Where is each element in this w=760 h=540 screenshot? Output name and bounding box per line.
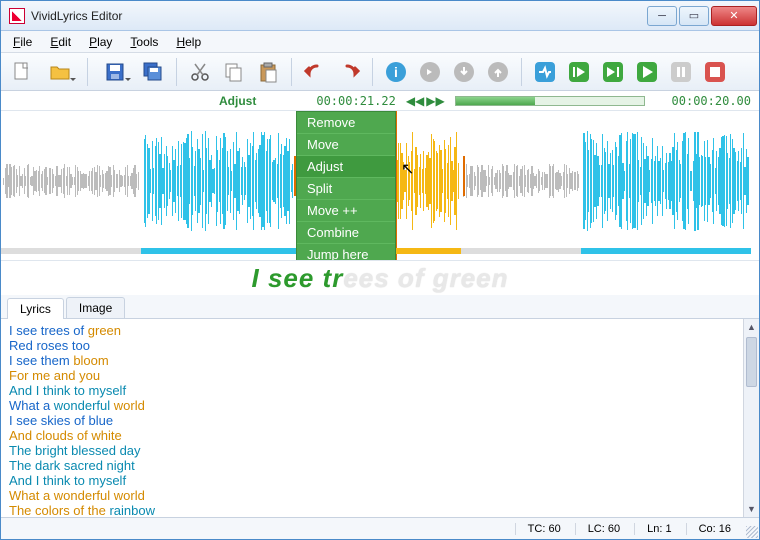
lyric-line[interactable]: And I think to myself [9,473,751,488]
resize-grip[interactable] [746,526,758,538]
preview-unsung: ees of green [343,263,508,293]
lyrics-editor[interactable]: I see trees of greenRed roses tooI see t… [1,319,759,517]
new-file-button[interactable] [7,57,37,87]
status-co: Co: 16 [686,523,743,535]
paste-button[interactable] [253,57,283,87]
menu-help[interactable]: Help [168,33,209,51]
lyric-line[interactable]: And clouds of white [9,428,751,443]
toolbar-separator [291,58,292,86]
waveform-segment[interactable] [461,123,581,239]
pause-button[interactable] [666,57,696,87]
redo-button[interactable] [334,57,364,87]
scroll-down-button[interactable]: ▼ [744,501,759,517]
cursor-icon: ↖ [401,159,414,179]
menu-tools[interactable]: Tools [122,33,166,51]
seek-buttons: ◀◀ ▶▶ [406,94,445,108]
open-file-button[interactable] [41,57,79,87]
lyric-line[interactable]: For me and you [9,368,751,383]
seek-forward-button[interactable]: ▶▶ [426,94,444,108]
menubar: File Edit Play Tools Help [1,31,759,53]
tab-lyrics[interactable]: Lyrics [7,298,64,319]
segment-handle-right[interactable] [463,156,465,196]
toolbar: i [1,53,759,91]
preview-sung: I see tr [252,263,344,293]
context-menu-item[interactable]: Adjust [297,156,395,178]
context-menu-item[interactable]: Combine [297,222,395,244]
lyric-line[interactable]: I see them bloom [9,353,751,368]
editor-tabs: Lyrics Image [1,295,759,319]
marker-button[interactable] [530,57,560,87]
cut-button[interactable] [185,57,215,87]
waveform-context-menu: RemoveMoveAdjustSplitMove ++CombineJump … [296,111,396,261]
menu-file[interactable]: File [5,33,40,51]
minimize-button[interactable]: ─ [647,6,677,26]
menu-play[interactable]: Play [81,33,120,51]
seek-back-button[interactable]: ◀◀ [406,94,424,108]
window-title: VividLyrics Editor [31,9,647,23]
app-icon [9,8,25,24]
lyric-line[interactable]: The dark sacred night [9,458,751,473]
play-start-button[interactable] [564,57,594,87]
copy-button[interactable] [219,57,249,87]
save-all-button[interactable] [138,57,168,87]
timebar: Adjust 00:00:21.22 ◀◀ ▶▶ 00:00:20.00 [1,91,759,111]
lyric-line[interactable]: I see trees of green [9,323,751,338]
context-menu-item[interactable]: Move [297,134,395,156]
waveform-area[interactable]: RemoveMoveAdjustSplitMove ++CombineJump … [1,111,759,261]
lyric-line[interactable]: The colors of the rainbow [9,503,751,517]
status-tc: TC: 60 [515,523,573,535]
menu-edit[interactable]: Edit [42,33,79,51]
undo-button[interactable] [300,57,330,87]
info-button[interactable]: i [381,57,411,87]
close-button[interactable]: ✕ [711,6,757,26]
scroll-up-button[interactable]: ▲ [744,319,759,335]
toolbar-separator [176,58,177,86]
statusbar: TC: 60 LC: 60 Ln: 1 Co: 16 [1,517,759,539]
status-lc: LC: 60 [575,523,632,535]
waveform-segment[interactable] [141,123,296,239]
toolbar-separator [87,58,88,86]
upload-button[interactable] [483,57,513,87]
toolbar-separator [521,58,522,86]
status-ln: Ln: 1 [634,523,683,535]
lyric-line[interactable]: I see skies of blue [9,413,751,428]
vertical-scrollbar[interactable]: ▲ ▼ [743,319,759,517]
play-end-button[interactable] [598,57,628,87]
download-button[interactable] [449,57,479,87]
waveform-segment[interactable] [581,123,751,239]
edit-mode-label: Adjust [219,94,256,108]
app-window: VividLyrics Editor ─ ▭ ✕ File Edit Play … [0,0,760,540]
lyric-preview: I see trees of green [1,261,759,295]
context-menu-item[interactable]: Jump here [297,244,395,261]
tab-image[interactable]: Image [66,297,125,318]
progress-bar[interactable] [455,96,645,106]
maximize-button[interactable]: ▭ [679,6,709,26]
lyric-line[interactable]: What a wonderful world [9,398,751,413]
lyric-line[interactable]: What a wonderful world [9,488,751,503]
titlebar[interactable]: VividLyrics Editor ─ ▭ ✕ [1,1,759,31]
toolbar-separator [372,58,373,86]
progress-fill [456,97,535,105]
save-button[interactable] [96,57,134,87]
context-menu-item[interactable]: Move ++ [297,200,395,222]
current-time: 00:00:21.22 [316,94,395,108]
context-menu-item[interactable]: Remove [297,112,395,134]
scrollbar-thumb[interactable] [746,337,757,387]
context-menu-item[interactable]: Split [297,178,395,200]
playhead[interactable] [396,111,397,260]
chevron-down-icon [70,78,76,84]
play-button[interactable] [632,57,662,87]
chevron-down-icon [125,78,131,84]
lyric-line[interactable]: And I think to myself [9,383,751,398]
stop-button[interactable] [700,57,730,87]
total-time: 00:00:20.00 [672,94,751,108]
audio-button[interactable] [415,57,445,87]
waveform-segment[interactable] [1,123,141,239]
lyric-line[interactable]: Red roses too [9,338,751,353]
lyric-line[interactable]: The bright blessed day [9,443,751,458]
svg-text:i: i [394,64,398,80]
